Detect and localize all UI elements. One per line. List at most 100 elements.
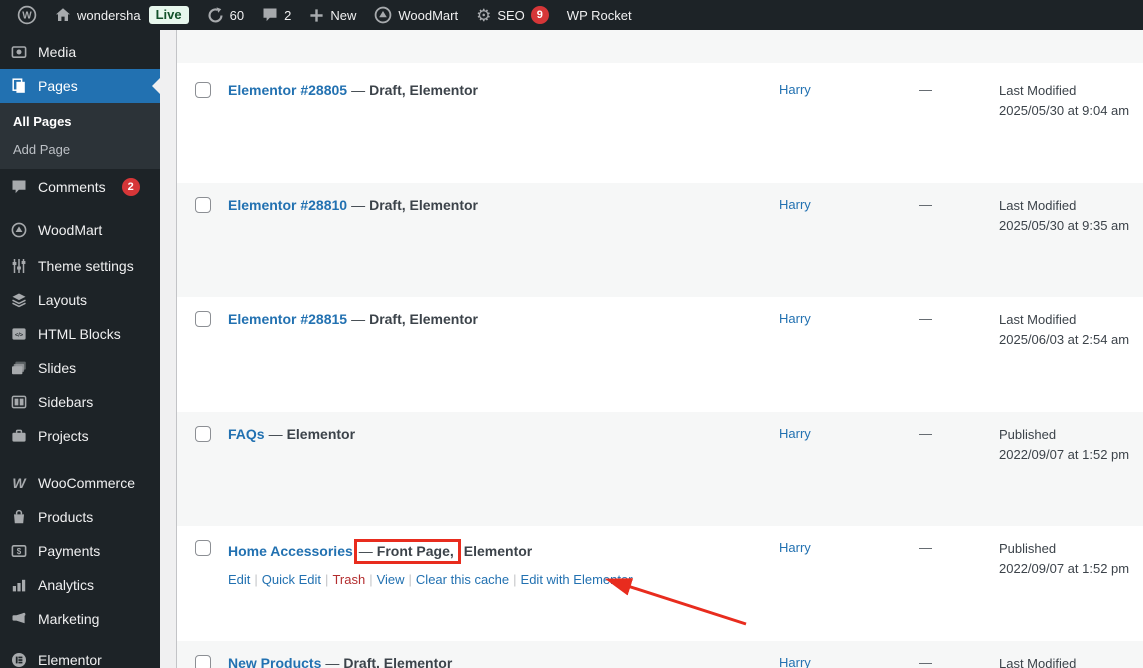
dollar-card-icon: $ [9, 543, 29, 559]
sidebar-item-add-page[interactable]: Add Page [0, 135, 160, 163]
sidebar-item-slides[interactable]: Slides [0, 351, 160, 385]
row-date: 2025/05/30 at 9:35 am [999, 218, 1130, 233]
submenu-item-label: All Pages [13, 113, 72, 129]
title-line: Home Accessories — Front Page, Elementor [228, 539, 779, 564]
row-actions: Edit | Quick Edit | Trash | View | Clear this ca… [228, 571, 779, 588]
page-title-link[interactable]: New Products [228, 655, 321, 668]
sidebar-item-label: Marketing [38, 611, 100, 627]
author-link[interactable]: Harry [779, 197, 811, 212]
svg-text:W: W [22, 11, 32, 22]
post-state: Draft, Elementor [343, 655, 453, 668]
title-state-dash: — [325, 655, 340, 668]
sidebar-item-elementor[interactable]: Elementor [0, 643, 160, 668]
wordpress-admin-page: W wondersha Live 60 2 New WoodMart ⚙ SEO… [0, 0, 1143, 668]
comments-menu[interactable]: 2 [253, 0, 300, 30]
woodmart-toolbar-menu[interactable]: WoodMart [365, 0, 467, 30]
sidebar-item-products[interactable]: Products [0, 500, 160, 534]
bar-chart-icon [9, 577, 29, 593]
sidebar-item-payments[interactable]: $ Payments [0, 534, 160, 568]
sidebar-item-sidebars[interactable]: Sidebars [0, 385, 160, 419]
author-link[interactable]: Harry [779, 426, 811, 441]
author-link[interactable]: Harry [779, 655, 811, 668]
new-content-menu[interactable]: New [300, 0, 365, 30]
woodmart-label: WoodMart [398, 7, 459, 23]
post-state: Elementor [463, 543, 533, 559]
sidebar-item-media[interactable]: Media [0, 35, 160, 69]
table-row: Elementor #28815— Draft, Elementor Harry … [177, 297, 1143, 412]
sidebar-item-pages[interactable]: Pages [0, 69, 160, 103]
edit-with-elementor-link[interactable]: Edit with Elementor [521, 572, 633, 587]
sidebar-item-all-pages[interactable]: All Pages [0, 107, 160, 135]
action-separator: | [325, 572, 329, 587]
title-state-dash: — [268, 426, 283, 442]
sidebar-item-comments[interactable]: Comments 2 [0, 170, 160, 204]
quick-edit-link[interactable]: Quick Edit [262, 572, 321, 587]
author-link[interactable]: Harry [779, 311, 811, 326]
woodmart-icon [9, 222, 29, 238]
sidebar-item-label: Analytics [38, 577, 95, 593]
sidebar-item-woocommerce[interactable]: W WooCommerce [0, 466, 160, 500]
sidebar-item-layouts[interactable]: Layouts [0, 283, 160, 317]
seo-label: SEO [497, 7, 525, 23]
sidebar-item-theme-settings[interactable]: Theme settings [0, 249, 160, 283]
sidebar-item-label: Payments [38, 543, 101, 559]
edit-link[interactable]: Edit [228, 572, 250, 587]
wordpress-logo-menu[interactable]: W [8, 0, 46, 30]
sidebar-item-label: Pages [38, 78, 78, 94]
table-row: Elementor #28810— Draft, Elementor Harry … [177, 183, 1143, 297]
row-status: Published [999, 541, 1057, 556]
sliders-icon [9, 258, 29, 274]
view-link[interactable]: View [377, 572, 405, 587]
site-link[interactable]: wondersha Live [46, 0, 198, 30]
wp-rocket-toolbar-menu[interactable]: WP Rocket [558, 0, 641, 30]
row-checkbox[interactable] [195, 655, 211, 668]
action-separator: | [513, 572, 517, 587]
title-state-dash: — [351, 82, 366, 98]
sidebar-item-analytics[interactable]: Analytics [0, 568, 160, 602]
seo-toolbar-menu[interactable]: ⚙ SEO 9 [467, 0, 558, 30]
row-checkbox[interactable] [195, 82, 211, 98]
layers-icon [9, 292, 29, 308]
comments-count: 2 [284, 7, 292, 23]
plus-icon [309, 8, 324, 23]
comments-dash: — [919, 82, 932, 97]
updates-menu[interactable]: 60 [198, 0, 253, 30]
sidebar-item-label: Elementor [38, 652, 102, 668]
sidebar-item-label: Theme settings [38, 258, 134, 274]
row-checkbox[interactable] [195, 311, 211, 327]
post-state: Draft, Elementor [369, 82, 478, 98]
sidebar-item-label: Media [38, 44, 77, 60]
comments-icon [9, 179, 29, 195]
author-link[interactable]: Harry [779, 82, 811, 97]
page-title-link[interactable]: Elementor #28805 [228, 82, 347, 98]
sidebar-item-label: Sidebars [38, 394, 94, 410]
title-state-dash: — [358, 543, 373, 559]
page-title-link[interactable]: Elementor #28810 [228, 197, 347, 213]
comments-dash: — [919, 311, 932, 326]
updates-count: 60 [229, 7, 245, 23]
sidebar-item-label: Comments [38, 179, 106, 195]
post-state-front-page: Front Page, [376, 543, 454, 559]
trash-link[interactable]: Trash [332, 572, 365, 587]
svg-text:$: $ [17, 547, 22, 556]
page-title-link[interactable]: Elementor #28815 [228, 311, 347, 327]
clear-cache-link[interactable]: Clear this cache [416, 572, 509, 587]
row-checkbox[interactable] [195, 197, 211, 213]
sidebar-item-label: WooCommerce [38, 475, 135, 491]
table-row: Elementor #28805— Draft, Elementor Harry … [177, 63, 1143, 183]
woocommerce-icon: W [12, 475, 26, 491]
sidebar-item-projects[interactable]: Projects [0, 419, 160, 453]
media-icon [9, 44, 29, 60]
seo-gear-icon: ⚙ [476, 5, 492, 25]
comment-bubble-icon [262, 7, 278, 23]
row-checkbox[interactable] [195, 540, 211, 556]
sidebar-item-woodmart[interactable]: WoodMart [0, 213, 160, 247]
seo-issues-badge: 9 [530, 6, 549, 24]
sidebar-item-marketing[interactable]: Marketing [0, 602, 160, 636]
page-title-link[interactable]: FAQs [228, 426, 265, 442]
author-link[interactable]: Harry [779, 540, 811, 555]
submenu-item-label: Add Page [13, 141, 71, 157]
row-checkbox[interactable] [195, 426, 211, 442]
page-title-link[interactable]: Home Accessories [228, 543, 353, 559]
sidebar-item-html-blocks[interactable]: </> HTML Blocks [0, 317, 160, 351]
